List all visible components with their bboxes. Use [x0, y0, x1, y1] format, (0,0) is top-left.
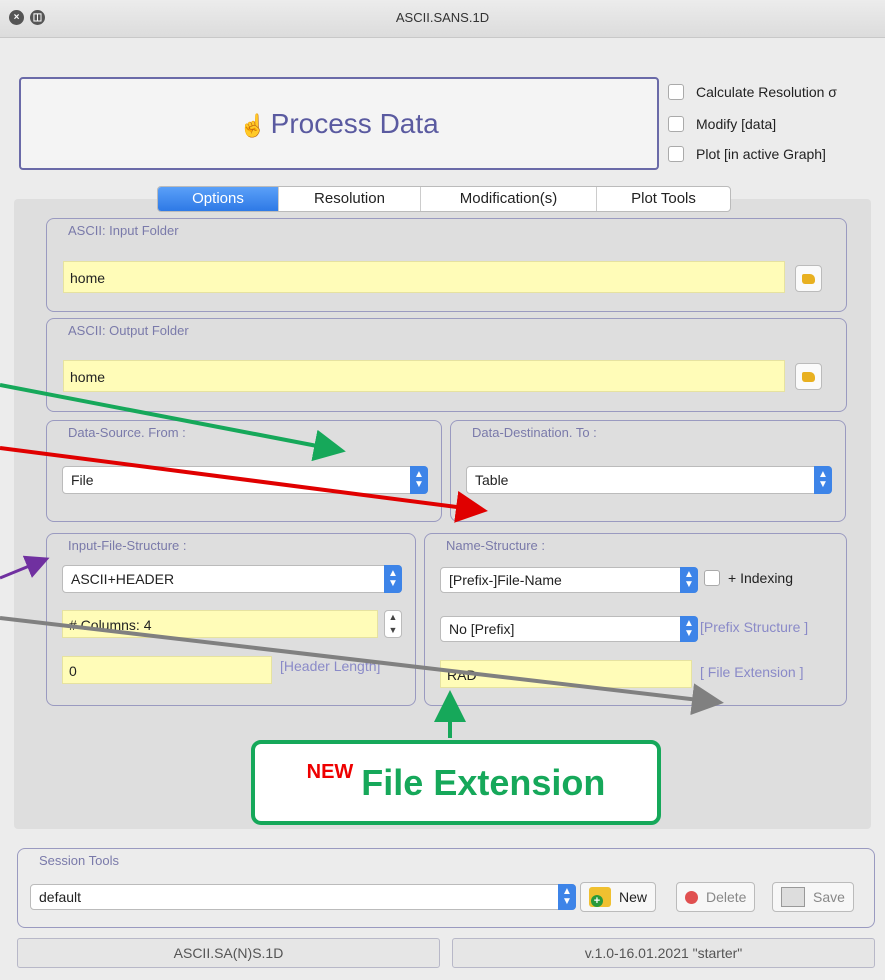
- button-label: New: [619, 889, 648, 905]
- button-label: Delete: [706, 889, 747, 905]
- status-app-name: ASCII.SA(N)S.1D: [17, 938, 440, 968]
- session-select[interactable]: default ▲ ▼: [30, 884, 576, 910]
- button-label: Save: [813, 889, 845, 905]
- save-session-button[interactable]: Save: [772, 882, 854, 912]
- select-value: default: [39, 889, 82, 905]
- delete-icon: [685, 890, 698, 904]
- green-arrow: [0, 383, 346, 462]
- new-session-button[interactable]: + New: [580, 882, 657, 912]
- status-version: v.1.0-16.01.2021 "starter": [452, 938, 875, 968]
- new-icon: +: [589, 887, 611, 907]
- updown-arrows-icon: ▲ ▼: [558, 884, 576, 910]
- delete-session-button[interactable]: Delete: [676, 882, 756, 912]
- gray-arrow: [0, 616, 724, 716]
- purple-arrow: [0, 555, 50, 580]
- annotation-arrows: [0, 383, 724, 738]
- save-icon: [781, 887, 805, 907]
- group-title: Session Tools: [39, 853, 119, 868]
- red-arrow: [0, 446, 488, 523]
